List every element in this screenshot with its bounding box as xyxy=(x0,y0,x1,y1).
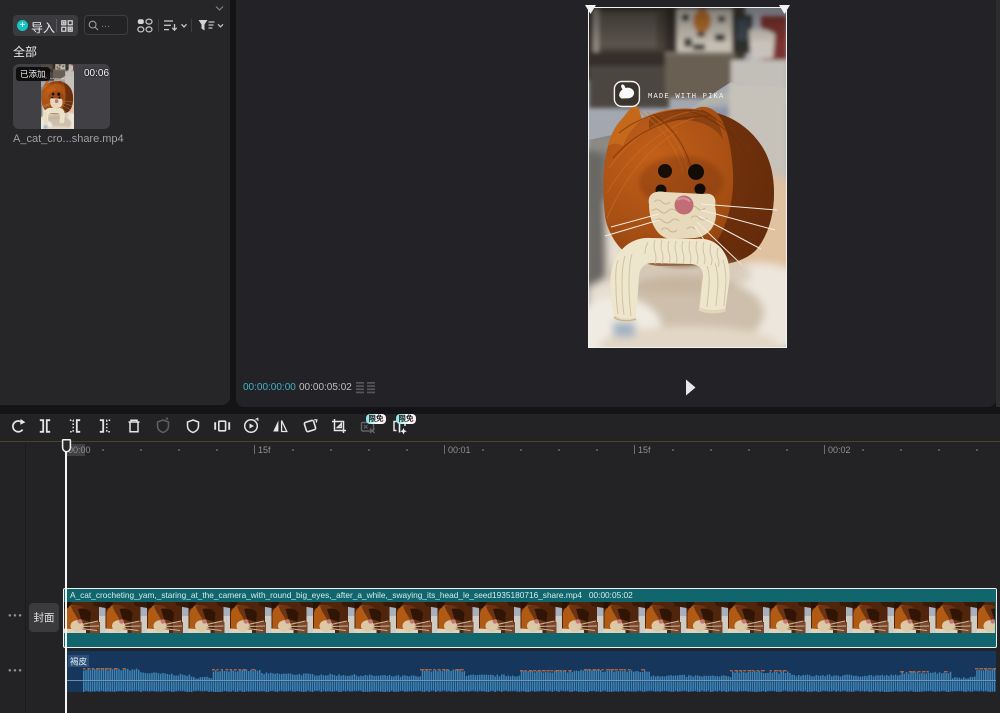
svg-text:褐皮: 褐皮 xyxy=(70,657,88,667)
